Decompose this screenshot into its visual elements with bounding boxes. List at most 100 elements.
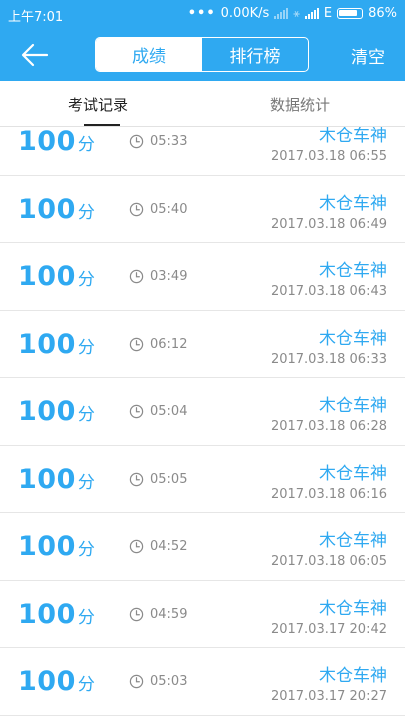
score-value: 100 xyxy=(18,193,76,225)
score: 100 分 xyxy=(18,194,95,225)
user-name: 木仓车神 xyxy=(319,598,387,619)
network-speed: 0.00K/s xyxy=(220,6,270,21)
record-row[interactable]: 100 分 05:04 木仓车神 2017.03.18 06:28 xyxy=(0,378,405,446)
duration-value: 05:03 xyxy=(150,674,188,689)
duration: 05:40 xyxy=(129,202,187,217)
segment-scores[interactable]: 成绩 xyxy=(96,38,202,71)
clock-icon xyxy=(129,472,144,486)
record-row[interactable]: 100 分 05:40 木仓车神 2017.03.18 06:49 xyxy=(0,175,405,243)
duration: 05:03 xyxy=(129,674,187,689)
user-name: 木仓车神 xyxy=(319,531,387,551)
segment-ranking[interactable]: 排行榜 xyxy=(202,38,308,71)
user-name: 木仓车神 xyxy=(319,261,387,281)
duration-value: 05:05 xyxy=(150,471,188,487)
score-value: 100 xyxy=(18,127,76,157)
user-name: 木仓车神 xyxy=(319,463,387,484)
score-unit: 分 xyxy=(77,540,95,560)
record-row[interactable]: 100 分 05:05 木仓车神 2017.03.18 06:16 xyxy=(0,445,405,513)
tab-indicator xyxy=(84,124,120,126)
clock-icon xyxy=(129,337,144,351)
duration-value: 04:59 xyxy=(150,606,188,622)
clock-icon xyxy=(129,269,144,284)
clock-icon xyxy=(129,404,144,419)
record-date: 2017.03.18 06:05 xyxy=(270,554,387,569)
duration: 05:33 xyxy=(129,134,187,149)
user-name: 木仓车神 xyxy=(319,396,387,416)
record-date: 2017.03.18 06:33 xyxy=(270,351,387,367)
duration: 03:49 xyxy=(129,269,187,284)
record-date: 2017.03.18 06:49 xyxy=(270,216,387,232)
signal-icon-2 xyxy=(304,8,319,19)
record-date: 2017.03.17 20:42 xyxy=(270,621,387,637)
network-type: E xyxy=(323,6,333,21)
segment-control: 成绩 排行榜 xyxy=(95,37,309,72)
tab-data-stats[interactable]: 数据统计 xyxy=(270,94,330,115)
score-unit: 分 xyxy=(77,337,95,358)
score-value: 100 xyxy=(18,531,76,562)
duration-value: 05:04 xyxy=(150,404,188,419)
signal-icon xyxy=(274,8,289,19)
user-name: 木仓车神 xyxy=(319,127,387,146)
duration: 05:05 xyxy=(129,472,187,487)
score: 100 分 xyxy=(18,599,95,630)
record-date: 2017.03.18 06:16 xyxy=(270,486,387,502)
duration-value: 05:33 xyxy=(150,134,188,149)
record-list-inner: 100 分 05:33 木仓车神 2017.03.18 06:55 100 分 05:40 木仓… xyxy=(0,127,405,716)
record-date: 2017.03.18 06:43 xyxy=(270,284,387,299)
score-value: 100 xyxy=(18,396,76,427)
battery-level: 86% xyxy=(368,6,397,21)
duration: 05:04 xyxy=(129,404,187,419)
record-list[interactable]: 100 分 05:33 木仓车神 2017.03.18 06:55 100 分 05:40 木仓… xyxy=(0,127,405,720)
score-unit: 分 xyxy=(77,135,95,155)
duration-value: 06:12 xyxy=(150,336,188,352)
score: 100 分 xyxy=(18,464,95,495)
score-value: 100 xyxy=(18,328,76,360)
record-date: 2017.03.17 20:27 xyxy=(270,689,387,704)
clock-icon xyxy=(129,607,144,621)
clear-button[interactable]: 清空 xyxy=(351,43,385,68)
score: 100 分 xyxy=(18,531,95,562)
score-unit: 分 xyxy=(77,202,95,223)
record-row[interactable]: 100 分 05:33 木仓车神 2017.03.18 06:55 xyxy=(0,127,405,176)
user-name: 木仓车神 xyxy=(319,328,387,349)
record-row[interactable]: 100 分 04:59 木仓车神 2017.03.17 20:42 xyxy=(0,580,405,648)
tab-bar: 考试记录 数据统计 xyxy=(0,81,405,127)
duration: 06:12 xyxy=(129,337,187,352)
battery-icon xyxy=(337,8,364,19)
score: 100 分 xyxy=(18,261,95,292)
clock-icon xyxy=(129,674,144,689)
clock-icon xyxy=(129,202,144,216)
score-value: 100 xyxy=(18,463,76,495)
signal-off-icon: ⚹ xyxy=(293,6,300,20)
duration-value: 04:52 xyxy=(150,539,188,554)
duration: 04:52 xyxy=(129,539,187,554)
status-dots: ••• xyxy=(187,6,216,21)
clock-icon xyxy=(129,134,144,149)
score: 100 分 xyxy=(18,329,95,360)
duration-value: 03:49 xyxy=(150,269,188,284)
tab-exam-records[interactable]: 考试记录 xyxy=(68,94,128,115)
record-row[interactable]: 100 分 06:12 木仓车神 2017.03.18 06:33 xyxy=(0,310,405,378)
record-date: 2017.03.18 06:28 xyxy=(270,419,387,434)
record-row[interactable]: 100 分 05:03 木仓车神 2017.03.17 20:27 xyxy=(0,648,405,716)
score-unit: 分 xyxy=(77,472,95,493)
user-name: 木仓车神 xyxy=(319,666,387,686)
record-date: 2017.03.18 06:55 xyxy=(270,149,387,164)
score-unit: 分 xyxy=(77,675,95,695)
status-bar: 上午7:01 ••• 0.00K/s ⚹ E 86% xyxy=(0,0,405,29)
app-bar: 成绩 排行榜 清空 xyxy=(0,29,405,81)
status-time: 上午7:01 xyxy=(8,10,64,25)
score: 100 分 xyxy=(18,396,95,427)
score: 100 分 xyxy=(18,666,95,697)
duration-value: 05:40 xyxy=(150,201,188,217)
score: 100 分 xyxy=(18,127,95,157)
score-unit: 分 xyxy=(77,270,95,290)
arrow-left-icon[interactable] xyxy=(20,42,50,68)
score-value: 100 xyxy=(18,666,76,697)
score-unit: 分 xyxy=(77,607,95,628)
record-row[interactable]: 100 分 03:49 木仓车神 2017.03.18 06:43 xyxy=(0,243,405,311)
record-row[interactable]: 100 分 04:52 木仓车神 2017.03.18 06:05 xyxy=(0,513,405,581)
duration: 04:59 xyxy=(129,607,187,622)
user-name: 木仓车神 xyxy=(319,193,387,214)
score-value: 100 xyxy=(18,598,76,630)
